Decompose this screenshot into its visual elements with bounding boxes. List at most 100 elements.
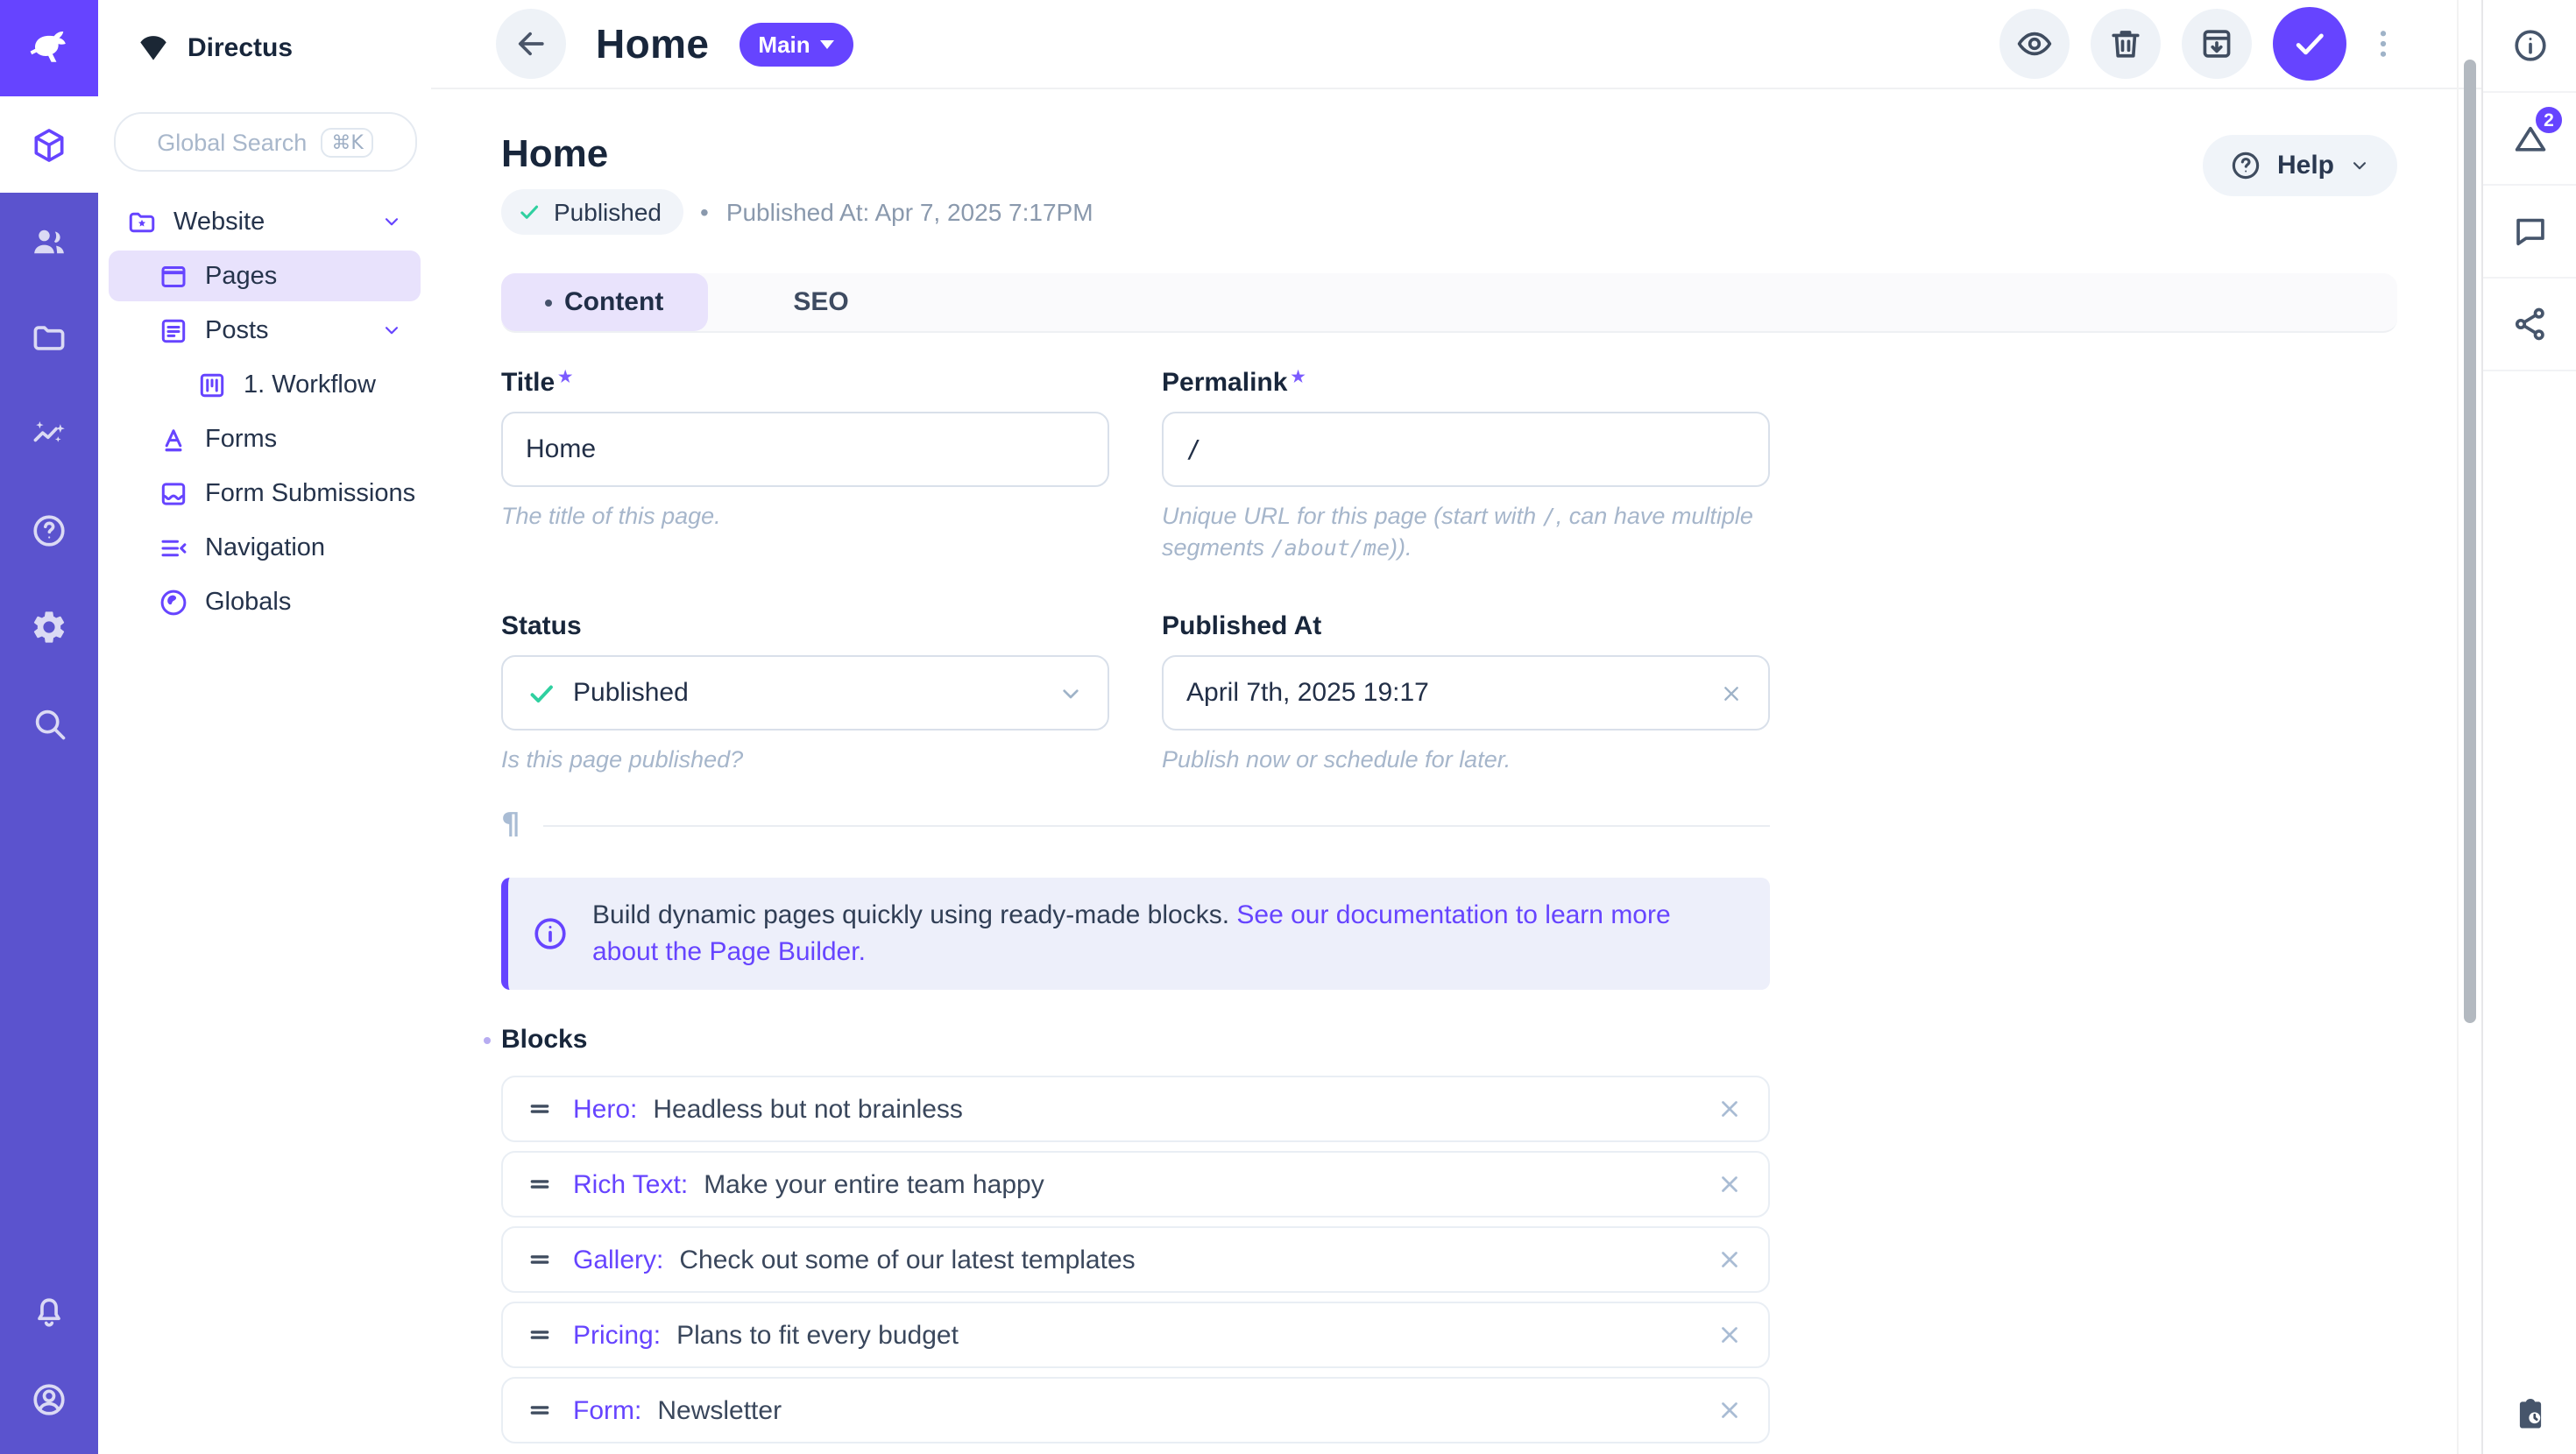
nav-item-pages[interactable]: Pages [109,251,421,301]
drag-handle-icon[interactable] [526,1170,554,1198]
header-title: Home [596,20,709,67]
archive-button[interactable] [2182,9,2252,79]
chevron-down-icon[interactable] [380,319,403,342]
page-header: Home Main [431,0,2481,89]
drag-handle-icon[interactable] [526,1095,554,1123]
field-label: Permalink★ [1162,368,1770,398]
nav-item-form-submissions[interactable]: Form Submissions [109,468,421,519]
revisions-button[interactable] [2483,1394,2576,1433]
status-select[interactable]: Published [501,655,1109,731]
field-label-text: Permalink [1162,368,1287,398]
shares-sidebar-button[interactable] [2483,279,2576,371]
project-icon [137,32,170,65]
note-text: Unique URL for this page (start with [1162,503,1543,529]
notifications-button[interactable] [0,1268,98,1356]
remove-block-icon[interactable] [1714,1319,1745,1351]
remove-block-icon[interactable] [1714,1168,1745,1200]
users-module-icon [30,222,68,260]
drag-handle-icon[interactable] [526,1396,554,1424]
check-icon [517,200,541,224]
tab-strip: Content SEO [501,273,2397,333]
field-permalink: Permalink★ Unique URL for this page (sta… [1162,368,1770,564]
eye-icon [2015,25,2054,63]
version-dropdown[interactable]: Main [739,22,853,66]
module-content[interactable] [0,96,98,193]
nav-item-forms[interactable]: Forms [109,413,421,464]
tab-seo[interactable]: SEO [749,273,892,331]
title-input[interactable] [526,434,1085,464]
remove-block-icon[interactable] [1714,1394,1745,1426]
module-files[interactable] [0,289,98,385]
permalink-input-wrap [1162,412,1770,487]
nav-item-posts[interactable]: Posts [109,305,421,356]
info-sidebar-button[interactable] [2483,0,2576,93]
info-banner: Build dynamic pages quickly using ready-… [501,878,1770,990]
nav-item-workflow[interactable]: 1. Workflow [109,359,421,410]
block-row-pricing[interactable]: Pricing: Plans to fit every budget [501,1302,1770,1368]
delete-button[interactable] [2091,9,2161,79]
chevron-down-icon[interactable] [1057,679,1085,707]
block-row-gallery[interactable]: Gallery: Check out some of our latest te… [501,1226,1770,1293]
global-search-input[interactable]: Global Search ⌘K [114,112,417,172]
module-bar [0,0,98,1454]
block-title: Newsletter [657,1395,782,1425]
rabbit-logo-icon [26,25,72,71]
collection-nav: Website Pages Posts 1. Workflow Forms [98,194,431,629]
account-button[interactable] [0,1356,98,1443]
comments-sidebar-button[interactable] [2483,186,2576,279]
module-users[interactable] [0,193,98,289]
tab-label: SEO [793,287,848,317]
back-button[interactable] [496,9,566,79]
page-meta-row: Published • Published At: Apr 7, 2025 7:… [501,189,2397,235]
field-title: Title★ The title of this page. [501,368,1109,564]
published-at-meta: Published At: Apr 7, 2025 7:17PM [726,198,1093,226]
field-label: Title★ [501,368,1109,398]
info-icon [2511,26,2550,65]
nav-item-website[interactable]: Website [109,196,421,247]
nav-item-globals[interactable]: Globals [109,576,421,627]
block-row-rich-text[interactable]: Rich Text: Make your entire team happy [501,1151,1770,1218]
drag-handle-icon[interactable] [526,1321,554,1349]
help-dropdown[interactable]: Help [2204,135,2397,196]
published-at-value: April 7th, 2025 19:17 [1186,678,1429,708]
nav-item-label: Forms [205,425,277,453]
search-module-icon [30,703,68,742]
scrollbar-thumb[interactable] [2464,60,2476,1023]
title-input-wrap [501,412,1109,487]
banner-message: Build dynamic pages quickly using ready-… [592,900,1236,930]
status-badge: Published [501,189,683,235]
chevron-down-icon[interactable] [380,210,403,233]
letter-a-icon [158,423,189,455]
published-at-input[interactable]: April 7th, 2025 19:17 [1162,655,1770,731]
check-icon [2290,25,2329,63]
box-module-icon [30,125,68,164]
notifications-sidebar-button[interactable]: 2 [2483,93,2576,186]
module-search[interactable] [0,674,98,771]
directus-logo[interactable] [0,0,98,96]
note-mono: / [1543,503,1556,529]
banner-text: Build dynamic pages quickly using ready-… [592,897,1738,971]
project-row[interactable]: Directus [98,0,431,96]
user-avatar-icon [30,1380,68,1419]
permalink-input[interactable] [1186,435,1745,463]
tab-content[interactable]: Content [501,273,707,331]
module-settings[interactable] [0,578,98,674]
more-options-button[interactable] [2364,25,2403,63]
block-row-form[interactable]: Form: Newsletter [501,1377,1770,1443]
remove-block-icon[interactable] [1714,1093,1745,1125]
block-row-hero[interactable]: Hero: Headless but not brainless [501,1076,1770,1142]
preview-button[interactable] [1999,9,2070,79]
nav-item-navigation[interactable]: Navigation [109,522,421,573]
note-mono: /about/me [1271,534,1390,561]
drag-handle-icon[interactable] [526,1246,554,1274]
block-title: Headless but not brainless [653,1094,963,1124]
insights-module-icon [30,414,68,453]
page-content: Help Home Published • Published At: Apr … [431,89,2481,1454]
clear-icon[interactable] [1717,679,1745,707]
module-insights[interactable] [0,385,98,482]
save-button[interactable] [2273,7,2346,81]
scrollbar-track[interactable] [2457,0,2481,1454]
module-help[interactable] [0,482,98,578]
clipboard-clock-icon [2511,1394,2550,1433]
remove-block-icon[interactable] [1714,1244,1745,1275]
